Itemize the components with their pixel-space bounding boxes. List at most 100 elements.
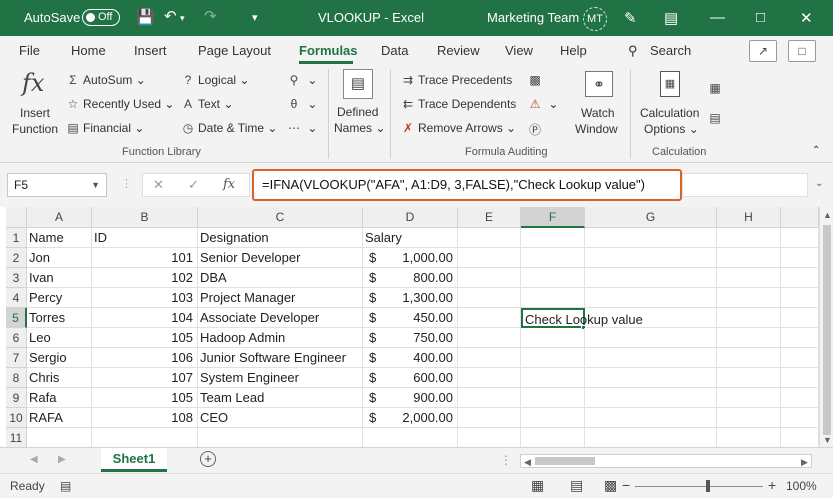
column-header-i[interactable] (781, 207, 819, 228)
cell-d3[interactable]: $800.00 (363, 268, 458, 288)
insert-function-line1[interactable]: Insert (20, 106, 50, 120)
cell-a9[interactable]: Rafa (27, 388, 92, 408)
row-header[interactable]: 9 (6, 388, 27, 408)
scroll-up-icon[interactable]: ▲ (823, 210, 832, 220)
cell-e1[interactable] (458, 228, 521, 248)
cell-g9[interactable] (585, 388, 717, 408)
cell-b1[interactable]: ID (92, 228, 198, 248)
cell-h10[interactable] (717, 408, 781, 428)
scroll-thumb[interactable] (823, 225, 831, 435)
cell-b4[interactable]: 103 (92, 288, 198, 308)
cell-f2[interactable] (521, 248, 585, 268)
row-header[interactable]: 10 (6, 408, 27, 428)
undo-dropdown-icon[interactable]: ▾ (180, 13, 185, 24)
column-header-d[interactable]: D (363, 207, 458, 228)
math-trig-button[interactable]: θ ⌄ (287, 97, 318, 111)
pen-icon[interactable]: ✎ (624, 9, 637, 27)
defined-names-line1[interactable]: Defined (337, 105, 378, 119)
formula-input-extension[interactable] (682, 173, 808, 197)
cell-d10[interactable]: $2,000.00 (363, 408, 458, 428)
tab-home[interactable]: Home (71, 43, 106, 58)
scroll-left-icon[interactable]: ◀ (524, 457, 531, 468)
minimize-icon[interactable]: — (710, 9, 725, 26)
macro-record-icon[interactable]: ▤ (60, 479, 71, 493)
column-header-b[interactable]: B (92, 207, 198, 228)
cell-d1[interactable]: Salary (363, 228, 458, 248)
cell-d2[interactable]: $1,000.00 (363, 248, 458, 268)
cell-h3[interactable] (717, 268, 781, 288)
cell-i5[interactable] (781, 308, 819, 328)
column-header-a[interactable]: A (27, 207, 92, 228)
cell-i3[interactable] (781, 268, 819, 288)
cell-e7[interactable] (458, 348, 521, 368)
cell-h7[interactable] (717, 348, 781, 368)
cell-b8[interactable]: 107 (92, 368, 198, 388)
cell-a6[interactable]: Leo (27, 328, 92, 348)
cell-c6[interactable]: Hadoop Admin (198, 328, 363, 348)
cell-f5[interactable]: Check Lookup value (521, 308, 643, 328)
cell-g1[interactable] (585, 228, 717, 248)
cell-h5[interactable] (717, 308, 781, 328)
cell-c1[interactable]: Designation (198, 228, 363, 248)
cell-b10[interactable]: 108 (92, 408, 198, 428)
cell-a2[interactable]: Jon (27, 248, 92, 268)
financial-button[interactable]: ▤ Financial ⌄ (66, 121, 144, 135)
row-header[interactable]: 1 (6, 228, 27, 248)
autosave-toggle[interactable]: Off (82, 9, 120, 26)
cell-h1[interactable] (717, 228, 781, 248)
recently-used-button[interactable]: ☆ Recently Used ⌄ (66, 97, 175, 111)
ribbon-display-icon[interactable]: ▤ (664, 9, 678, 27)
row-header[interactable]: 4 (6, 288, 27, 308)
tab-view[interactable]: View (505, 43, 533, 58)
prev-sheet-icon[interactable]: ◀ (30, 454, 38, 465)
enter-icon[interactable]: ✓ (188, 177, 199, 193)
text-button[interactable]: A Text ⌄ (181, 97, 233, 111)
sheet-tab-sheet1[interactable]: Sheet1 (101, 448, 167, 472)
maximize-icon[interactable]: □ (756, 9, 765, 26)
cell-c9[interactable]: Team Lead (198, 388, 363, 408)
cell-g2[interactable] (585, 248, 717, 268)
date-time-button[interactable]: ◷ Date & Time ⌄ (181, 121, 278, 135)
cell-d6[interactable]: $750.00 (363, 328, 458, 348)
cell-f11[interactable] (521, 428, 585, 448)
insert-function-icon[interactable]: fx (223, 177, 235, 192)
cell-h9[interactable] (717, 388, 781, 408)
column-header-e[interactable]: E (458, 207, 521, 228)
cell-i10[interactable] (781, 408, 819, 428)
evaluate-formula-button[interactable]: Ⓟ (528, 121, 545, 138)
cell-a11[interactable] (27, 428, 92, 448)
cell-a1[interactable]: Name (27, 228, 92, 248)
tab-formulas[interactable]: Formulas (299, 43, 358, 58)
cell-a7[interactable]: Sergio (27, 348, 92, 368)
cell-b6[interactable]: 105 (92, 328, 198, 348)
cell-h4[interactable] (717, 288, 781, 308)
add-sheet-icon[interactable]: + (200, 451, 216, 467)
cell-g6[interactable] (585, 328, 717, 348)
cell-g8[interactable] (585, 368, 717, 388)
cell-a5[interactable]: Torres (27, 308, 92, 328)
cell-e3[interactable] (458, 268, 521, 288)
row-header[interactable]: 7 (6, 348, 27, 368)
undo-icon[interactable]: ↶ (164, 7, 177, 25)
cell-h6[interactable] (717, 328, 781, 348)
formula-input[interactable]: =IFNA(VLOOKUP("AFA", A1:D9, 3,FALSE),"Ch… (252, 169, 682, 201)
tab-insert[interactable]: Insert (134, 43, 167, 58)
cell-d4[interactable]: $1,300.00 (363, 288, 458, 308)
cell-f9[interactable] (521, 388, 585, 408)
search-icon[interactable]: ⚲ (628, 43, 638, 59)
close-icon[interactable]: ✕ (800, 9, 813, 27)
cell-g11[interactable] (585, 428, 717, 448)
page-layout-view-icon[interactable]: ▤ (570, 477, 583, 494)
zoom-level[interactable]: 100% (786, 479, 817, 493)
scroll-down-icon[interactable]: ▼ (823, 435, 832, 445)
expand-formula-icon[interactable]: ⌄ (815, 178, 823, 189)
defined-names-icon[interactable]: ▤ (343, 69, 373, 99)
share-icon[interactable]: ↗ (749, 40, 777, 62)
zoom-slider[interactable] (635, 486, 763, 487)
remove-arrows-button[interactable]: ✗ Remove Arrows ⌄ (401, 121, 516, 135)
tab-file[interactable]: File (19, 43, 40, 58)
cell-e11[interactable] (458, 428, 521, 448)
page-break-view-icon[interactable]: ▩ (604, 477, 617, 494)
tab-page-layout[interactable]: Page Layout (198, 43, 271, 58)
cell-g7[interactable] (585, 348, 717, 368)
